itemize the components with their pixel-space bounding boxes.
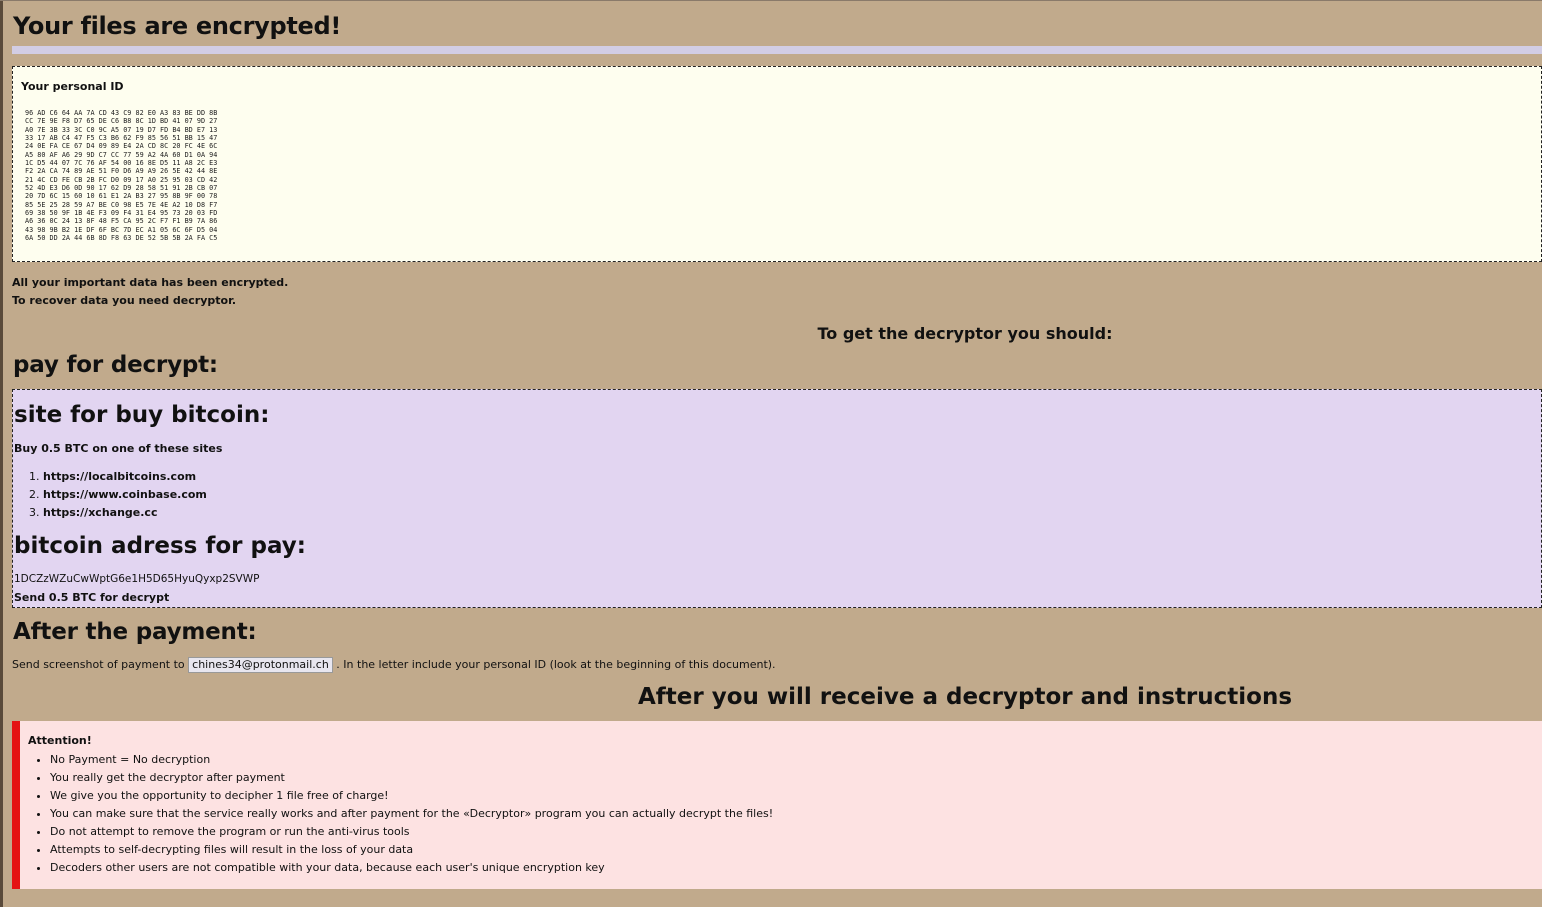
info-encrypted-text: All your important data has been encrypt… — [12, 276, 289, 289]
page-title: Your files are encrypted! — [13, 12, 342, 40]
attention-item: No Payment = No decryption — [50, 753, 773, 771]
payment-box: site for buy bitcoin: Buy 0.5 BTC on one… — [12, 389, 1542, 608]
personal-id-label: Your personal ID — [21, 80, 124, 93]
site-link-localbitcoins[interactable]: https://localbitcoins.com — [43, 470, 207, 488]
personal-id-box: Your personal ID 96 AD C6 64 AA 7A CD 43… — [12, 66, 1542, 262]
receive-decryptor-heading: After you will receive a decryptor and i… — [637, 684, 1293, 710]
bitcoin-address-heading: bitcoin adress for pay: — [14, 533, 306, 559]
bitcoin-address[interactable]: 1DCZzWZuCwWptG6e1H5D65HyuQyxp2SVWP — [14, 573, 259, 585]
after-payment-heading: After the payment: — [13, 619, 257, 645]
bitcoin-sites-list: https://localbitcoins.com https://www.co… — [13, 470, 207, 524]
after-payment-text: Send screenshot of payment to chines34@p… — [12, 657, 776, 673]
attention-list: No Payment = No decryption You really ge… — [20, 753, 773, 879]
window-top-border — [0, 0, 1542, 1]
attention-item: We give you the opportunity to decipher … — [50, 789, 773, 807]
buy-intro-text: Buy 0.5 BTC on one of these sites — [14, 442, 223, 455]
buy-bitcoin-heading: site for buy bitcoin: — [14, 402, 270, 428]
attention-box: Attention! No Payment = No decryption Yo… — [12, 721, 1542, 889]
after-payment-text-before: Send screenshot of payment to — [12, 658, 185, 671]
personal-id-hex: 96 AD C6 64 AA 7A CD 43 C9 82 E0 A3 83 B… — [25, 109, 218, 243]
site-link-coinbase[interactable]: https://www.coinbase.com — [43, 488, 207, 506]
window-edge — [0, 0, 3, 907]
contact-email[interactable]: chines34@protonmail.ch — [188, 657, 333, 673]
attention-title: Attention! — [28, 734, 92, 747]
site-link-xchange[interactable]: https://xchange.cc — [43, 506, 207, 524]
attention-item: Attempts to self-decrypting files will r… — [50, 843, 773, 861]
attention-item: Do not attempt to remove the program or … — [50, 825, 773, 843]
to-get-decryptor-heading: To get the decryptor you should: — [817, 324, 1113, 343]
attention-item: You really get the decryptor after payme… — [50, 771, 773, 789]
attention-item: Decoders other users are not compatible … — [50, 861, 773, 879]
send-btc-note: Send 0.5 BTC for decrypt — [14, 591, 170, 604]
info-recover-text: To recover data you need decryptor. — [12, 294, 237, 307]
attention-item: You can make sure that the service reall… — [50, 807, 773, 825]
title-divider — [12, 46, 1542, 54]
pay-heading: pay for decrypt: — [13, 352, 218, 378]
after-payment-text-after: . In the letter include your personal ID… — [336, 658, 776, 671]
